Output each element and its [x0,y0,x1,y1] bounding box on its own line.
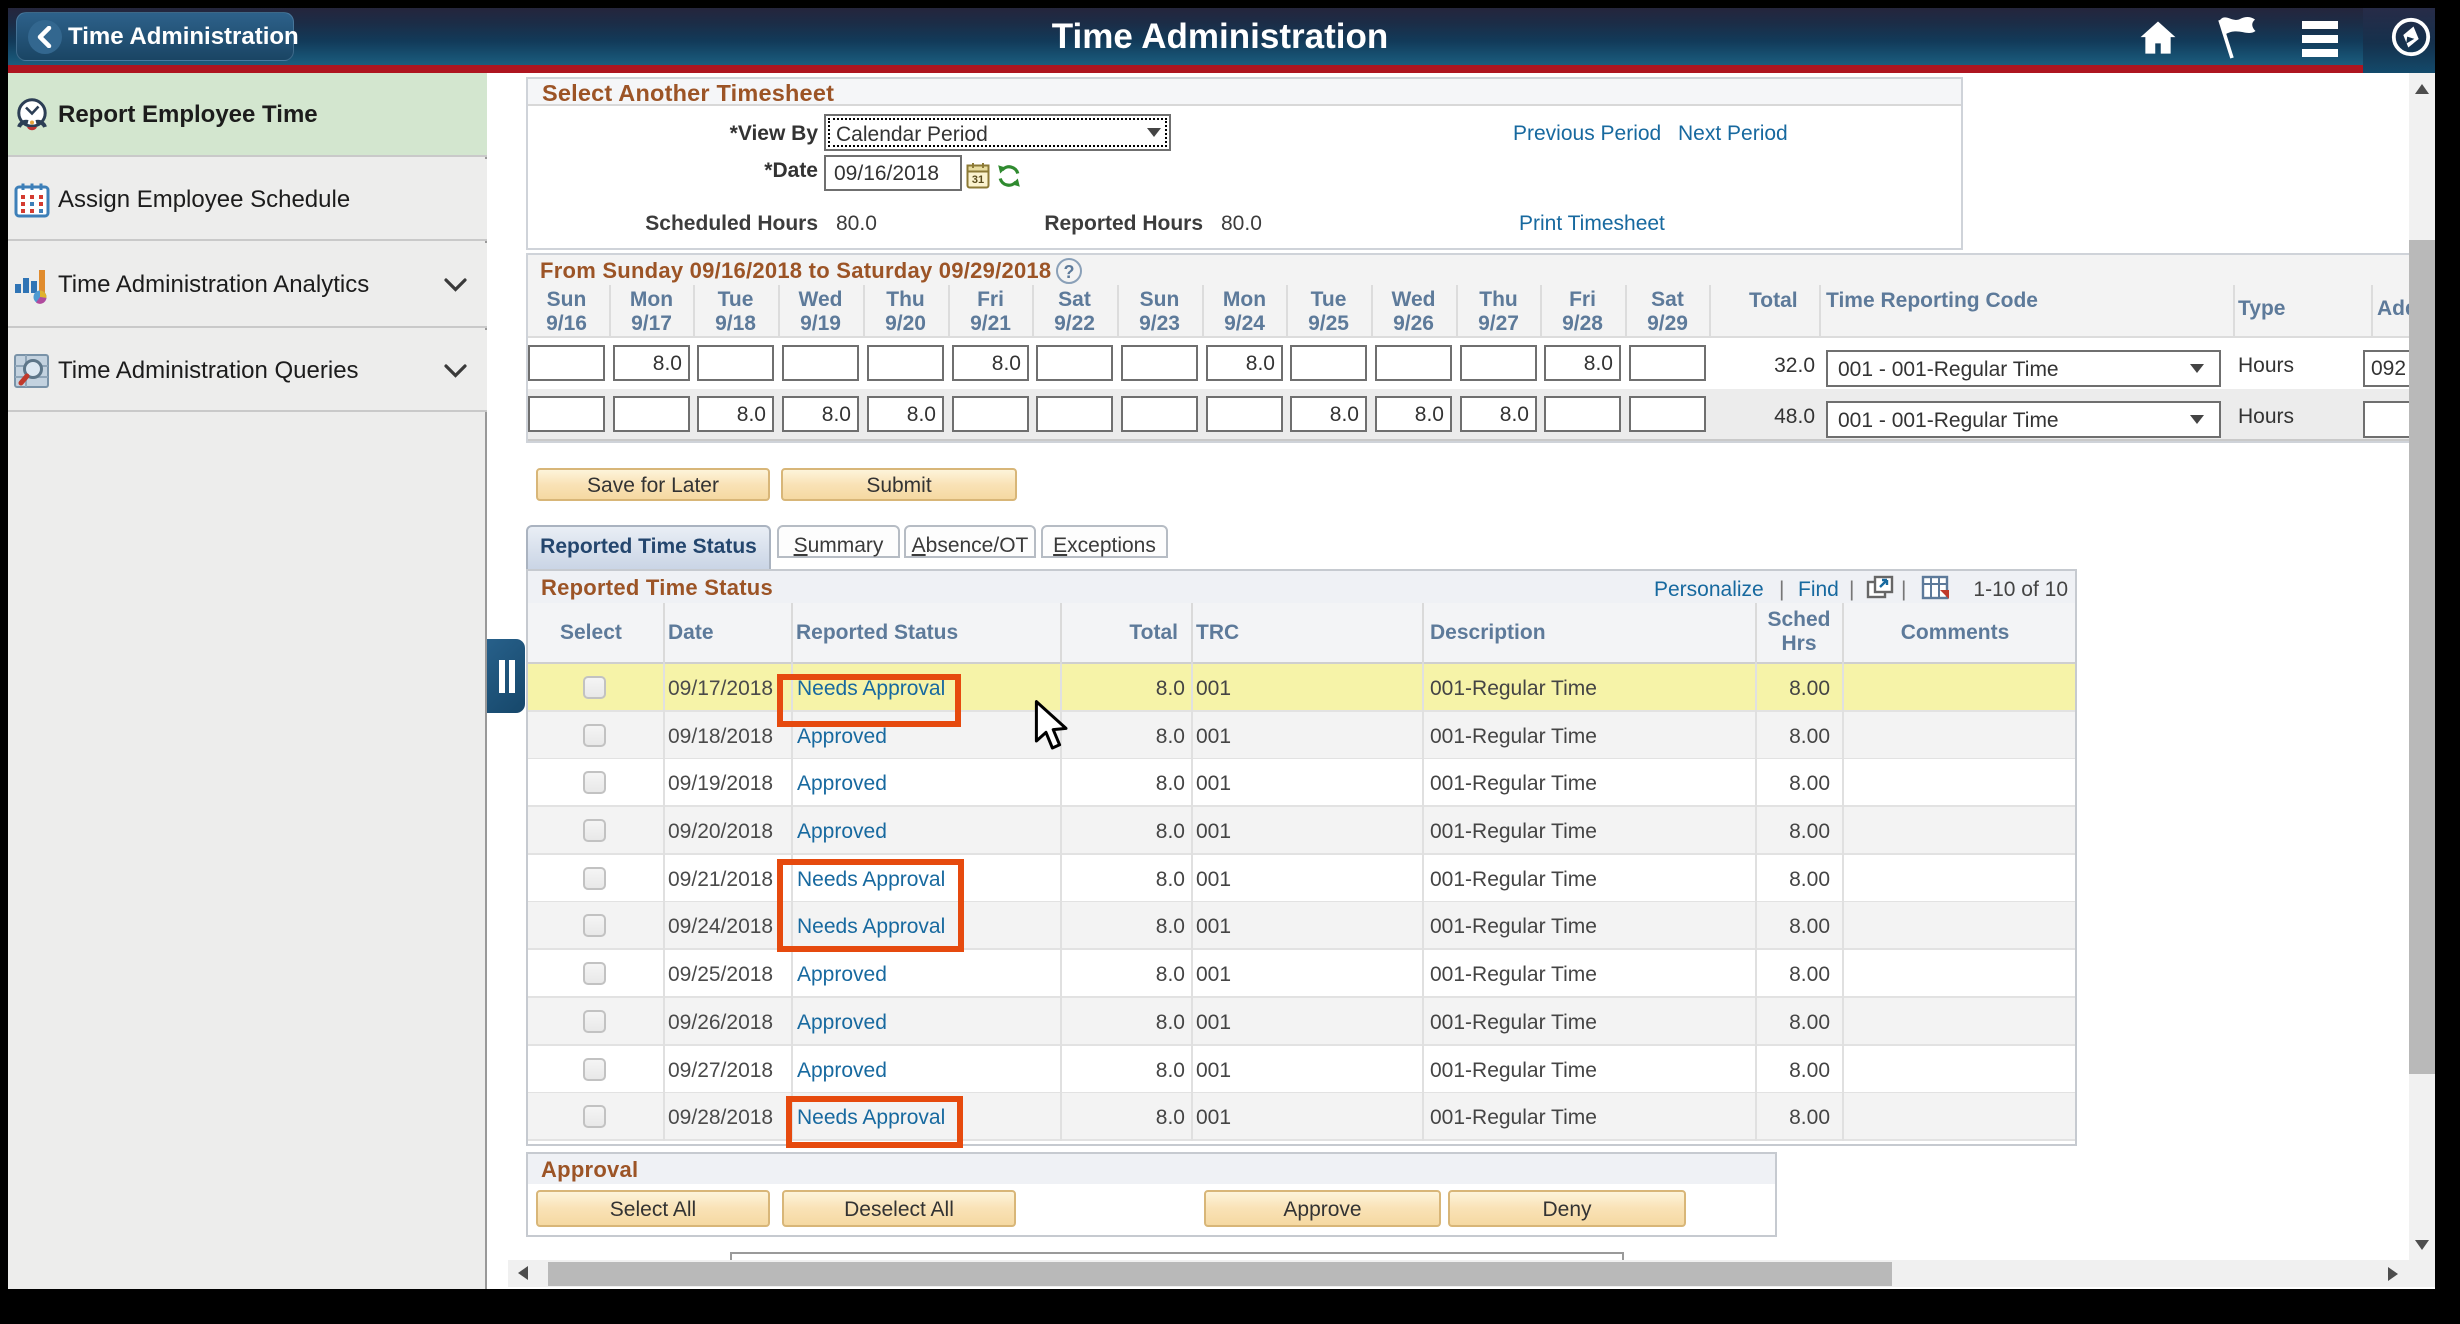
svg-text:31: 31 [972,174,984,186]
